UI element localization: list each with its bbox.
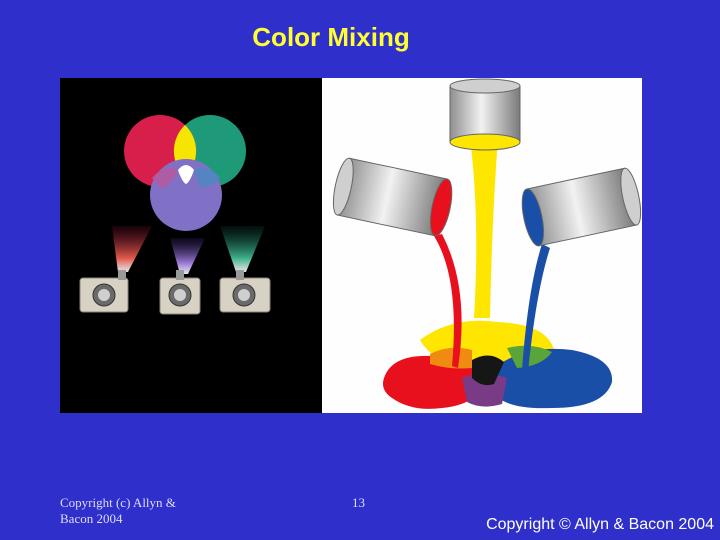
slide-number: 13 (352, 495, 365, 510)
projector-left (79, 270, 129, 313)
paint-can-left (332, 157, 453, 237)
footer-copyright-right: Copyright © Allyn & Bacon 2004 (486, 516, 714, 533)
paint-puddles (383, 320, 613, 409)
light-mixing-illustration (60, 78, 322, 413)
slide-title: Color Mixing (252, 22, 410, 52)
yellow-stream (470, 138, 498, 318)
projector-center (159, 270, 201, 315)
paint-mixing-illustration (322, 78, 642, 413)
footer-copyright-left: Copyright (c) Allyn & Bacon 2004 (60, 495, 176, 526)
green-beam (220, 226, 265, 272)
projector-right (219, 270, 271, 313)
light-circles (124, 115, 246, 231)
blue-beam (170, 238, 205, 274)
red-beam (112, 226, 152, 272)
paint-can-center (449, 78, 521, 151)
paint-can-right (521, 167, 642, 247)
